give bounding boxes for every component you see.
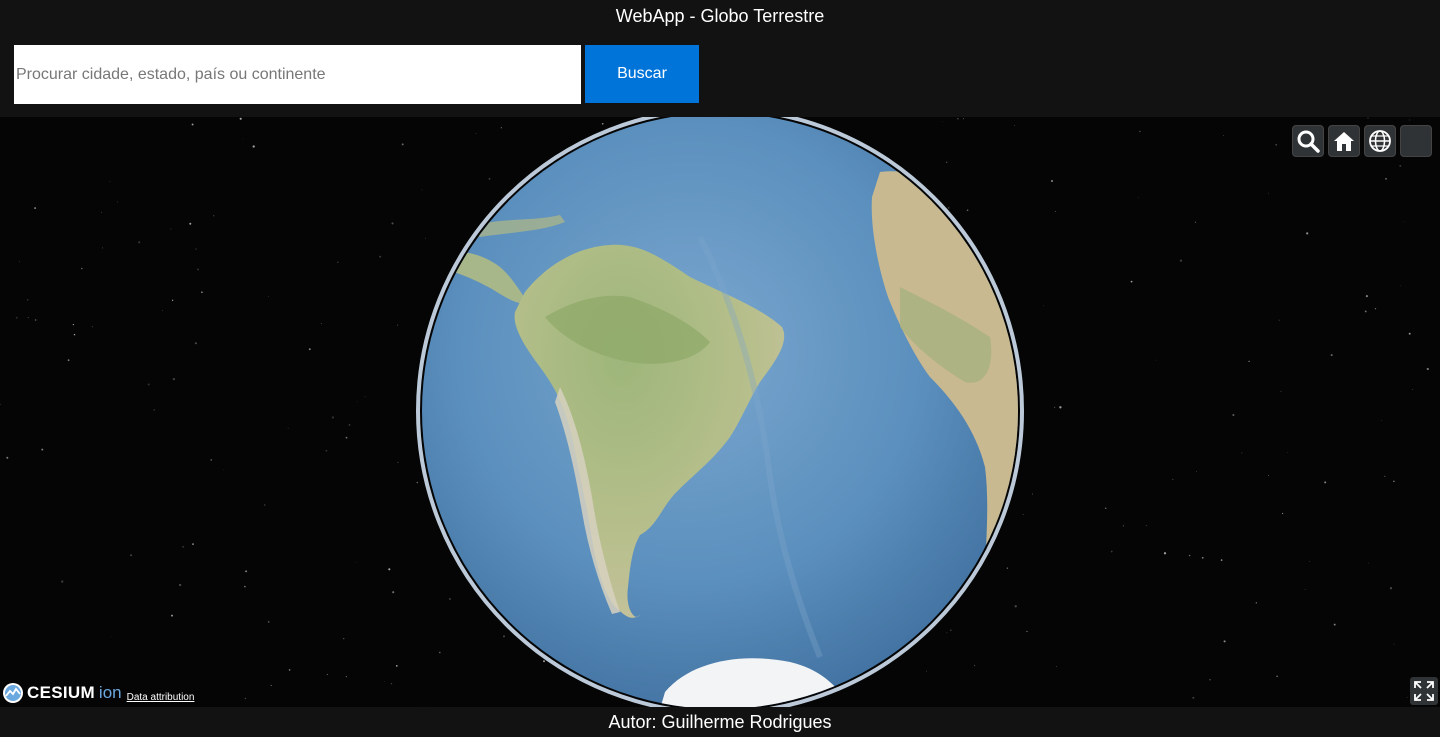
cesium-logo-icon [3,683,23,703]
base-layer-picker-button[interactable] [1400,125,1432,157]
search-icon [1297,130,1320,153]
cesium-viewer[interactable]: CESIUM ion Data attribution [0,117,1440,707]
geocoder-search-button[interactable] [1292,125,1324,157]
scene-mode-button[interactable] [1364,125,1396,157]
globe[interactable] [0,117,1440,707]
ion-logo-text: ion [98,683,122,702]
viewer-toolbar [1292,125,1432,157]
cesium-ion-logo[interactable]: CESIUM ion [2,681,122,705]
fullscreen-icon [1414,681,1434,701]
fullscreen-button[interactable] [1410,677,1438,705]
author-credit: Autor: Guilherme Rodrigues [608,712,832,732]
search-button[interactable]: Buscar [585,45,699,103]
data-attribution-link[interactable]: Data attribution [127,692,195,703]
cesium-logo-text: CESIUM [27,683,95,702]
globe-icon [1369,130,1391,152]
footer: Autor: Guilherme Rodrigues [0,707,1440,737]
search-input[interactable] [14,45,581,104]
home-icon [1334,132,1354,151]
page-title: WebApp - Globo Terrestre [615,6,825,26]
home-button[interactable] [1328,125,1360,157]
app-header: WebApp - Globo Terrestre Buscar [0,0,1440,117]
credits-container: CESIUM ion Data attribution [2,681,194,705]
